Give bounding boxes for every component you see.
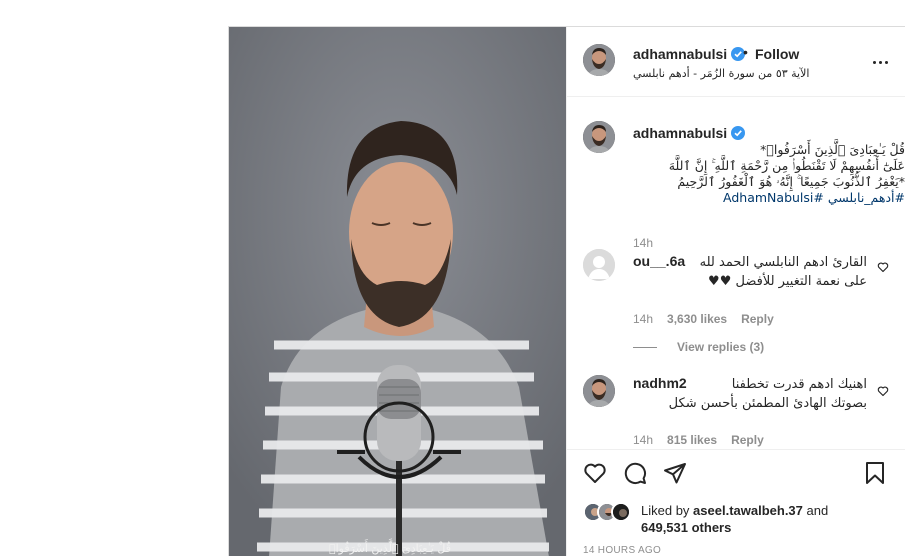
caption: adhamnabulsi قُلْ يَـٰعِبَادِىَ ٱلَّذِين… — [583, 121, 905, 250]
comment-likes[interactable]: 815 likes — [667, 433, 717, 447]
caption-line-2: عَلَىٰٓ أَنفُسِهِمْ لَا تَقْنَطُوا۟ مِن … — [668, 158, 905, 173]
comment: nadhm2 اهنيك ادهم قدرت تخطفنا بصوتك الها… — [583, 375, 903, 447]
view-replies-button[interactable]: View replies (3) — [677, 340, 764, 354]
video-frame-art — [229, 27, 566, 556]
caption-line-1: قُلْ يَـٰعِبَادِىَ ٱلَّذِينَ أَسْرَفُوا۟… — [760, 142, 905, 157]
post-location[interactable]: الآية ٥٣ من سورة الزُمَر - أدهم نابلسي — [633, 67, 809, 80]
likes-prefix: Liked by — [641, 503, 694, 518]
caption-text: قُلْ يَـٰعِبَادِىَ ٱلَّذِينَ أَسْرَفُوا۟… — [633, 142, 905, 206]
author-avatar[interactable] — [583, 44, 615, 76]
comment-line-2: بصوتك الهادئ المطمئن بأحسن شكل — [668, 396, 867, 411]
comment-line-1: القارئ ادهم النابلسي الحمد لله — [699, 255, 867, 270]
comment-meta: 14h 815 likes Reply — [633, 433, 778, 447]
post-dialog: قُلْ يَـٰعِبَادِىَ ٱلَّذِينَ أَسْرَفُوا۟… — [228, 26, 905, 556]
caption-username[interactable]: adhamnabulsi — [633, 125, 746, 141]
author-username[interactable]: adhamnabulsi — [633, 46, 746, 62]
post-timestamp: 14 HOURS AGO — [583, 545, 662, 556]
likes-others-button[interactable]: 649,531 others — [641, 520, 731, 535]
replies-divider — [633, 347, 657, 348]
comment: ou__.6a القارئ ادهم النابلسي الحمد لله ع… — [583, 249, 903, 369]
video-subtitle: قُلْ يَـٰعِبَادِىَ ٱلَّذِينَ أَسْرَفُوا۟ — [329, 542, 451, 555]
commenter-avatar[interactable] — [583, 375, 615, 407]
likes-and: and — [802, 503, 829, 518]
heart-icon[interactable] — [877, 385, 889, 397]
post-panel: adhamnabulsi • Follow الآية ٥٣ من سورة ا… — [566, 27, 905, 556]
post-video[interactable]: قُلْ يَـٰعِبَادِىَ ٱلَّذِينَ أَسْرَفُوا۟ — [229, 27, 566, 556]
heart-icon[interactable] — [877, 261, 889, 273]
comment-time: 14h — [633, 433, 654, 447]
comment-time: 14h — [633, 312, 654, 326]
separator-dot: • — [743, 44, 748, 60]
comment-icon[interactable] — [623, 461, 647, 485]
post-actions — [567, 449, 905, 494]
likes-summary: Liked by aseel.tawalbeh.37 and 649,531 o… — [583, 500, 903, 540]
liker-avatar[interactable] — [611, 502, 631, 522]
caption-avatar[interactable] — [583, 121, 615, 153]
more-icon[interactable] — [871, 53, 891, 71]
default-avatar-icon[interactable] — [583, 249, 615, 281]
page-background — [0, 0, 228, 556]
reply-button[interactable]: Reply — [731, 433, 764, 447]
comment-line-1: اهنيك ادهم قدرت تخطفنا — [731, 377, 867, 392]
share-icon[interactable] — [663, 461, 687, 485]
follow-button[interactable]: Follow — [755, 46, 799, 62]
heart-icon[interactable] — [583, 461, 607, 485]
caption-line-3: *يَغْفِرُ ٱلذُّنُوبَ جَمِيعًا ۚ إِنَّهُۥ… — [677, 174, 905, 189]
comment-line-2: على نعمة التغيير للأفضل ♥♥ — [708, 274, 867, 289]
comment-likes[interactable]: 3,630 likes — [667, 312, 727, 326]
save-icon[interactable] — [863, 461, 887, 485]
comment-text: اهنيك ادهم قدرت تخطفنا بصوتك الهادئ المط… — [633, 375, 867, 413]
caption-meta: 14h — [633, 236, 667, 250]
comment-text: القارئ ادهم النابلسي الحمد لله على نعمة … — [633, 253, 867, 291]
likes-text: Liked by aseel.tawalbeh.37 and 649,531 o… — [641, 502, 828, 536]
post-header: adhamnabulsi • Follow الآية ٥٣ من سورة ا… — [567, 27, 905, 97]
caption-hashtags[interactable]: #أدهم_نابلسي #AdhamNabulsi — [633, 190, 905, 206]
reply-button[interactable]: Reply — [741, 312, 774, 326]
comment-meta: 14h 3,630 likes Reply — [633, 312, 788, 326]
liker-username[interactable]: aseel.tawalbeh.37 — [693, 503, 803, 518]
verified-icon — [731, 126, 746, 140]
caption-time: 14h — [633, 236, 654, 250]
